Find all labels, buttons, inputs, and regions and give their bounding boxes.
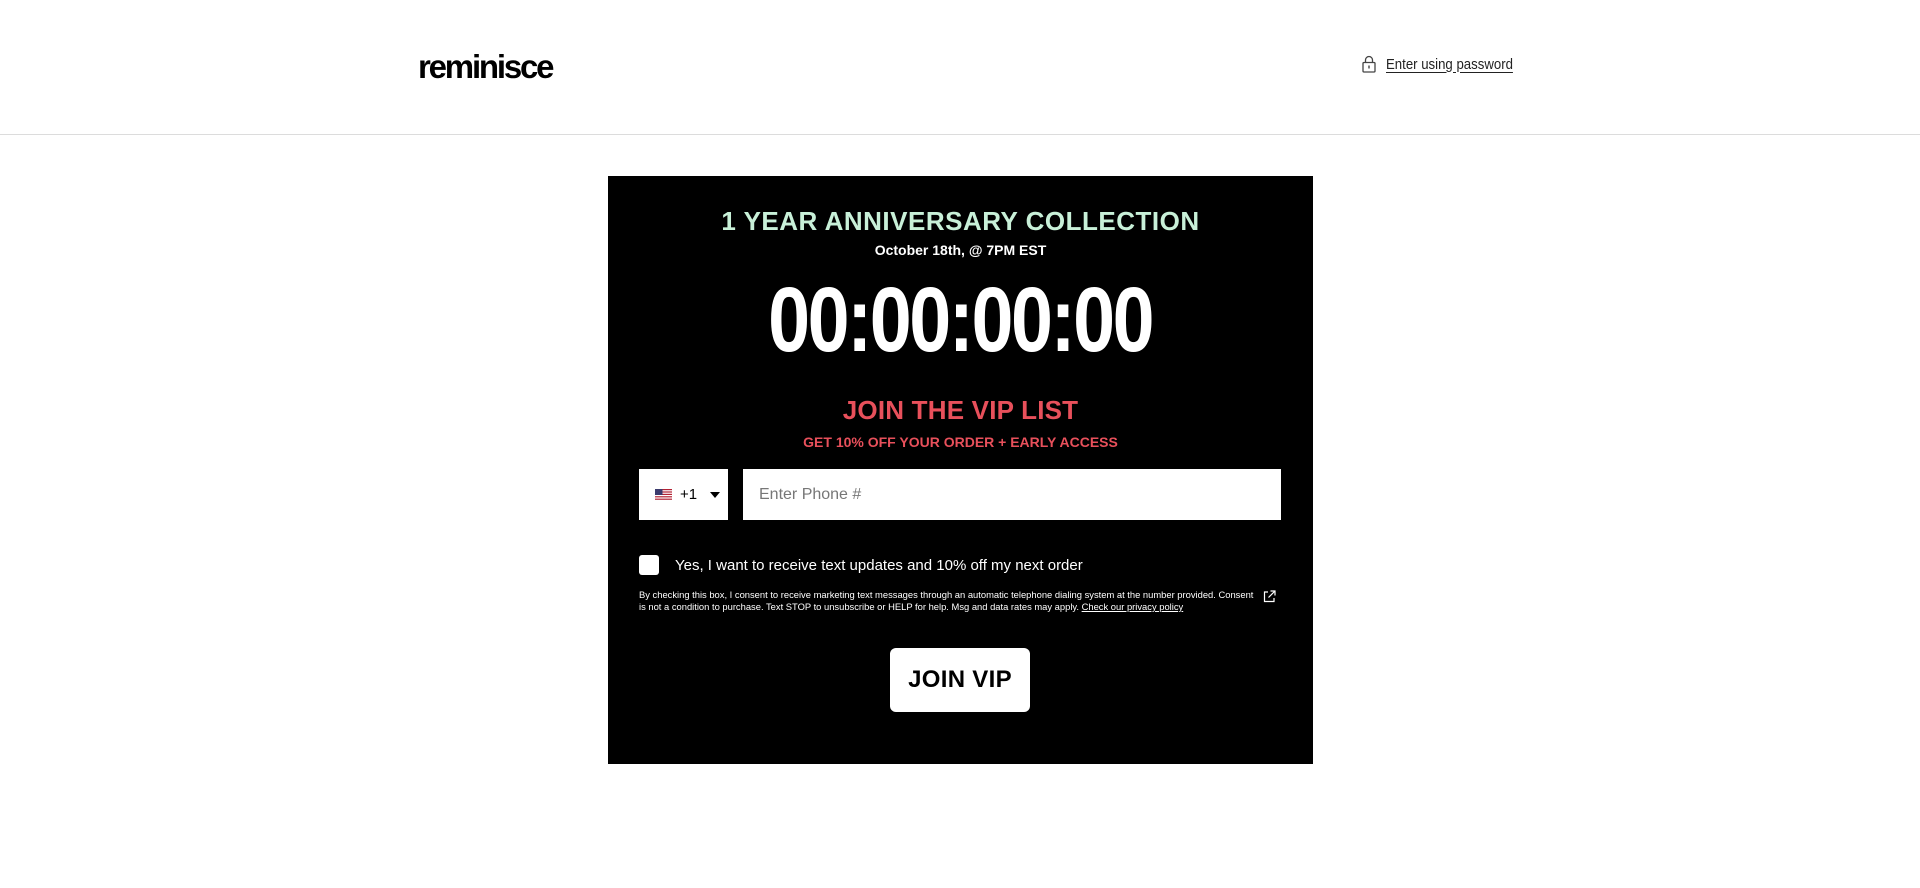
brand-logo[interactable]: reminisce	[418, 50, 555, 83]
us-flag-icon	[655, 488, 672, 501]
countdown-timer: 00:00:00:00	[608, 270, 1313, 370]
lock-icon	[1362, 55, 1376, 73]
enter-password-label: Enter using password	[1386, 55, 1513, 73]
enter-password-link[interactable]: Enter using password	[1362, 55, 1530, 73]
vip-list-heading: JOIN THE VIP LIST	[842, 395, 1079, 425]
country-code-value: +1	[680, 486, 698, 503]
collection-title: 1 YEAR ANNIVERSARY COLLECTION	[721, 206, 1200, 236]
vip-signup-panel: 1 YEAR ANNIVERSARY COLLECTION October 18…	[608, 176, 1313, 764]
sms-disclaimer: By checking this box, I consent to recei…	[639, 589, 1254, 613]
countdown-value: 00:00:00:00	[768, 269, 1155, 371]
chevron-down-icon	[710, 491, 721, 498]
privacy-policy-link[interactable]: Check our privacy policy	[1082, 601, 1184, 612]
launch-date: October 18th, @ 7PM EST	[874, 242, 1047, 258]
join-vip-button[interactable]: JOIN VIP	[890, 648, 1030, 712]
sms-consent-checkbox[interactable]	[639, 555, 659, 575]
phone-number-input[interactable]	[743, 469, 1281, 520]
site-header: reminisce Enter using password	[0, 0, 1920, 135]
sms-consent-option[interactable]: Yes, I want to receive text updates and …	[639, 555, 1083, 575]
sms-consent-label: Yes, I want to receive text updates and …	[675, 556, 1083, 574]
country-code-select[interactable]: +1	[639, 469, 728, 520]
vip-offer-subtitle: GET 10% OFF YOUR ORDER + EARLY ACCESS	[803, 434, 1118, 450]
external-link-icon[interactable]	[1263, 590, 1276, 603]
